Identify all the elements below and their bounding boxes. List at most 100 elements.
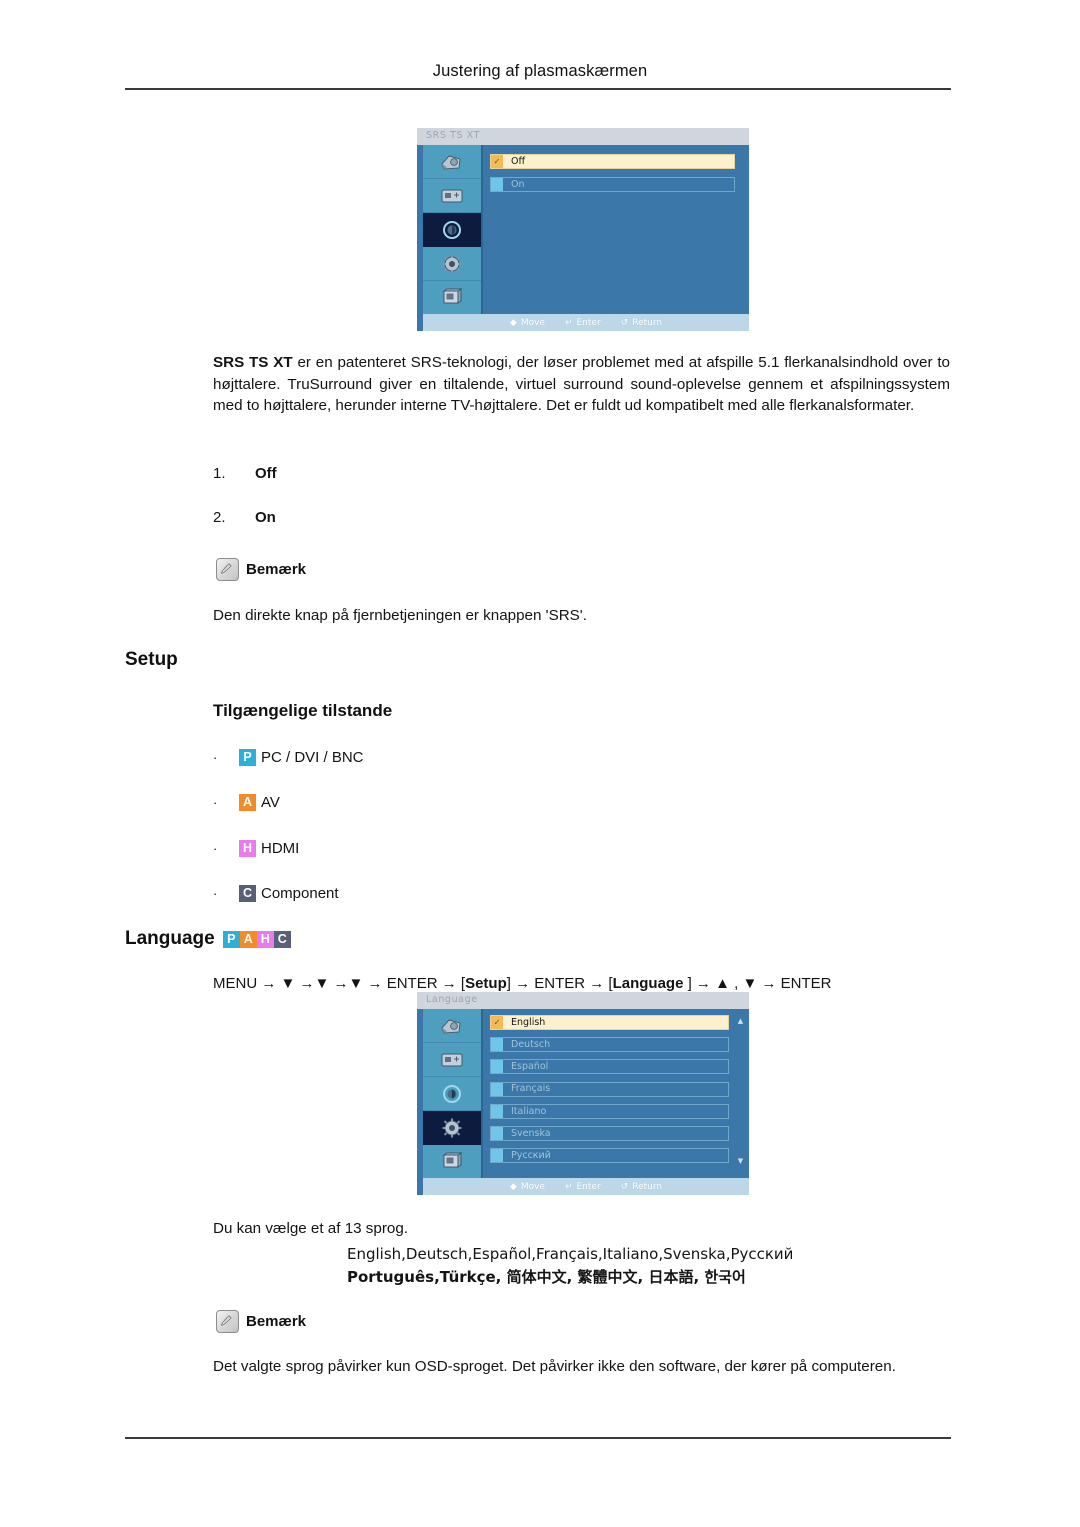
menu-path-segment: MENU → ▼ →▼ →▼ → ENTER → [ xyxy=(213,975,466,992)
osd-option-label: Italiano xyxy=(511,1105,547,1117)
language-badge-c-icon: C xyxy=(273,930,291,948)
note-pen-icon xyxy=(216,1310,239,1333)
language-menu-path: MENU → ▼ →▼ →▼ → ENTER → [Setup] → ENTER… xyxy=(213,975,831,992)
osd-sidebar-icon-4[interactable] xyxy=(423,247,481,281)
note-label-2: Bemærk xyxy=(246,1313,307,1330)
bullet-dot-icon: · xyxy=(213,750,218,765)
document-page: Justering af plasmaskærmen SRS TS XT ✓ Of… xyxy=(0,0,1080,1527)
osd-option-label: Русский xyxy=(511,1149,551,1161)
srs-option-2-number: 2. xyxy=(213,509,226,526)
osd-hint-return-label: Return xyxy=(632,317,663,328)
osd-hint-enter: ↵ Enter xyxy=(565,318,601,328)
osd-hint-return: ↺ Return xyxy=(621,1182,662,1192)
osd-hint-return-label: Return xyxy=(632,1181,663,1192)
osd-option-row[interactable]: Русский xyxy=(490,1148,729,1164)
osd-sidebar-icon-2[interactable] xyxy=(423,1043,481,1077)
osd-hint-return-icon: ↺ xyxy=(620,317,629,328)
osd-sidebar-icon-5[interactable] xyxy=(423,281,481,315)
osd-checkbox-icon xyxy=(491,1126,503,1140)
osd-option-label: Svenska xyxy=(511,1127,551,1139)
language-osd-screenshot: Language ✓ English Deutsch Español Français I… xyxy=(417,992,749,1195)
osd-option-label: Deutsch xyxy=(511,1038,551,1050)
osd-option-row[interactable]: Deutsch xyxy=(490,1037,729,1053)
osd-hint-move-label: Move xyxy=(520,1181,545,1192)
language-badge-h-icon: H xyxy=(256,930,274,948)
menu-path-keyword: Language xyxy=(612,975,684,992)
osd-sidebar xyxy=(423,145,483,315)
osd-scroll-up-icon[interactable]: ▲ xyxy=(736,1018,745,1025)
osd-option-row[interactable]: ✓ English xyxy=(490,1015,729,1030)
srs-paragraph-rest: er en patenteret SRS-teknologi, der løse… xyxy=(213,354,950,415)
note-text-1: Den direkte knap på fjernbetjeningen er … xyxy=(213,607,587,624)
osd-hint-enter-label: Enter xyxy=(576,1181,601,1192)
srs-option-1-label: Off xyxy=(255,465,277,482)
osd-option-row[interactable]: Español xyxy=(490,1059,729,1075)
osd-option-label: On xyxy=(511,178,525,190)
osd-checkbox-icon xyxy=(491,1104,503,1118)
page-header-title: Justering af plasmaskærmen xyxy=(432,62,648,80)
srs-osd-screenshot: SRS TS XT ✓ Off On ◆ Move ↵ Enter ↺ Return xyxy=(417,128,749,331)
osd-checkbox-icon xyxy=(491,1038,503,1052)
badge-a-icon: A xyxy=(239,794,256,811)
osd-checkbox-icon xyxy=(491,1060,503,1074)
note-label-1: Bemærk xyxy=(246,561,307,578)
mode-item-hdmi: · H HDMI xyxy=(213,840,299,857)
osd-hint-return-icon: ↺ xyxy=(620,1181,629,1192)
language-badge-p-icon: P xyxy=(222,930,240,948)
osd-option-row[interactable]: Français xyxy=(490,1081,729,1097)
osd-checkbox-icon xyxy=(491,1149,503,1163)
note-block-1: Bemærk xyxy=(216,558,306,581)
mode-item-av: · A AV xyxy=(213,794,280,811)
osd-sidebar-icon-2[interactable] xyxy=(423,179,481,213)
mode-label-component: Component xyxy=(261,885,339,902)
language-mode-badges: PAHC xyxy=(222,930,291,948)
srs-description-paragraph: SRS TS XT er en patenteret SRS-teknologi… xyxy=(213,352,950,417)
language-names-list: English,Deutsch,Español,Français,Italian… xyxy=(347,1243,793,1288)
srs-option-1: 1. Off xyxy=(213,465,277,482)
osd-option-row[interactable]: ✓ Off xyxy=(490,154,735,169)
header-rule xyxy=(125,88,951,90)
osd-checkmark-icon: ✓ xyxy=(491,1016,503,1029)
srs-option-1-number: 1. xyxy=(213,465,226,482)
osd-option-row[interactable]: Italiano xyxy=(490,1103,729,1119)
osd-option-row[interactable]: Svenska xyxy=(490,1125,729,1141)
mode-item-component: · C Component xyxy=(213,885,339,902)
osd-footer-hints: ◆ Move ↵ Enter ↺ Return xyxy=(423,314,749,331)
osd-checkbox-icon xyxy=(491,1082,503,1096)
osd-checkmark-icon: ✓ xyxy=(491,155,503,168)
osd-footer-hints: ◆ Move ↵ Enter ↺ Return xyxy=(423,1178,749,1195)
osd-sidebar-icon-3[interactable] xyxy=(423,1077,481,1111)
menu-path-segment: ] → ▲ , ▼ → ENTER xyxy=(683,975,832,992)
language-badge-a-icon: A xyxy=(239,930,257,948)
osd-option-label: Off xyxy=(511,155,526,167)
language-count-text: Du kan vælge et af 13 sprog. xyxy=(213,1220,409,1237)
note-block-2: Bemærk xyxy=(216,1310,306,1333)
osd-sidebar-icon-4[interactable] xyxy=(423,1111,481,1145)
language-heading-row: Language PAHC xyxy=(125,928,291,950)
mode-item-pc-dvi-bnc: · P PC / DVI / BNC xyxy=(213,749,364,766)
srs-option-2-label: On xyxy=(255,509,276,526)
available-modes-subheading: Tilgængelige tilstande xyxy=(213,701,393,720)
osd-sidebar-icon-3[interactable] xyxy=(423,213,481,247)
osd-title: Language xyxy=(426,994,478,1005)
osd-hint-enter-icon: ↵ xyxy=(564,1181,573,1192)
badge-h-icon: H xyxy=(239,840,256,857)
mode-label-av: AV xyxy=(261,794,280,811)
osd-hint-return: ↺ Return xyxy=(621,318,662,328)
osd-hint-move-icon: ◆ xyxy=(509,317,517,328)
osd-sidebar-icon-1[interactable] xyxy=(423,1009,481,1043)
language-names-line-2: Português,Türkçe, 简体中文, 繁體中文, 日本語, 한국어 xyxy=(347,1267,746,1286)
srs-paragraph-lead: SRS TS XT xyxy=(213,354,293,371)
osd-sidebar-icon-5[interactable] xyxy=(423,1145,481,1179)
osd-hint-move: ◆ Move xyxy=(510,1182,545,1192)
setup-heading: Setup xyxy=(125,649,178,670)
osd-option-list: ✓ Off On xyxy=(481,145,749,314)
osd-hint-enter-icon: ↵ xyxy=(564,317,573,328)
osd-option-row[interactable]: On xyxy=(490,177,735,192)
osd-hint-move-icon: ◆ xyxy=(509,1181,517,1192)
osd-language-list: ✓ English Deutsch Español Français Italiano Sv… xyxy=(481,1009,749,1178)
osd-sidebar-icon-1[interactable] xyxy=(423,145,481,179)
osd-option-label: English xyxy=(511,1016,546,1028)
mode-label-pc-dvi-bnc: PC / DVI / BNC xyxy=(261,749,364,766)
osd-scroll-down-icon[interactable]: ▼ xyxy=(736,1158,745,1165)
